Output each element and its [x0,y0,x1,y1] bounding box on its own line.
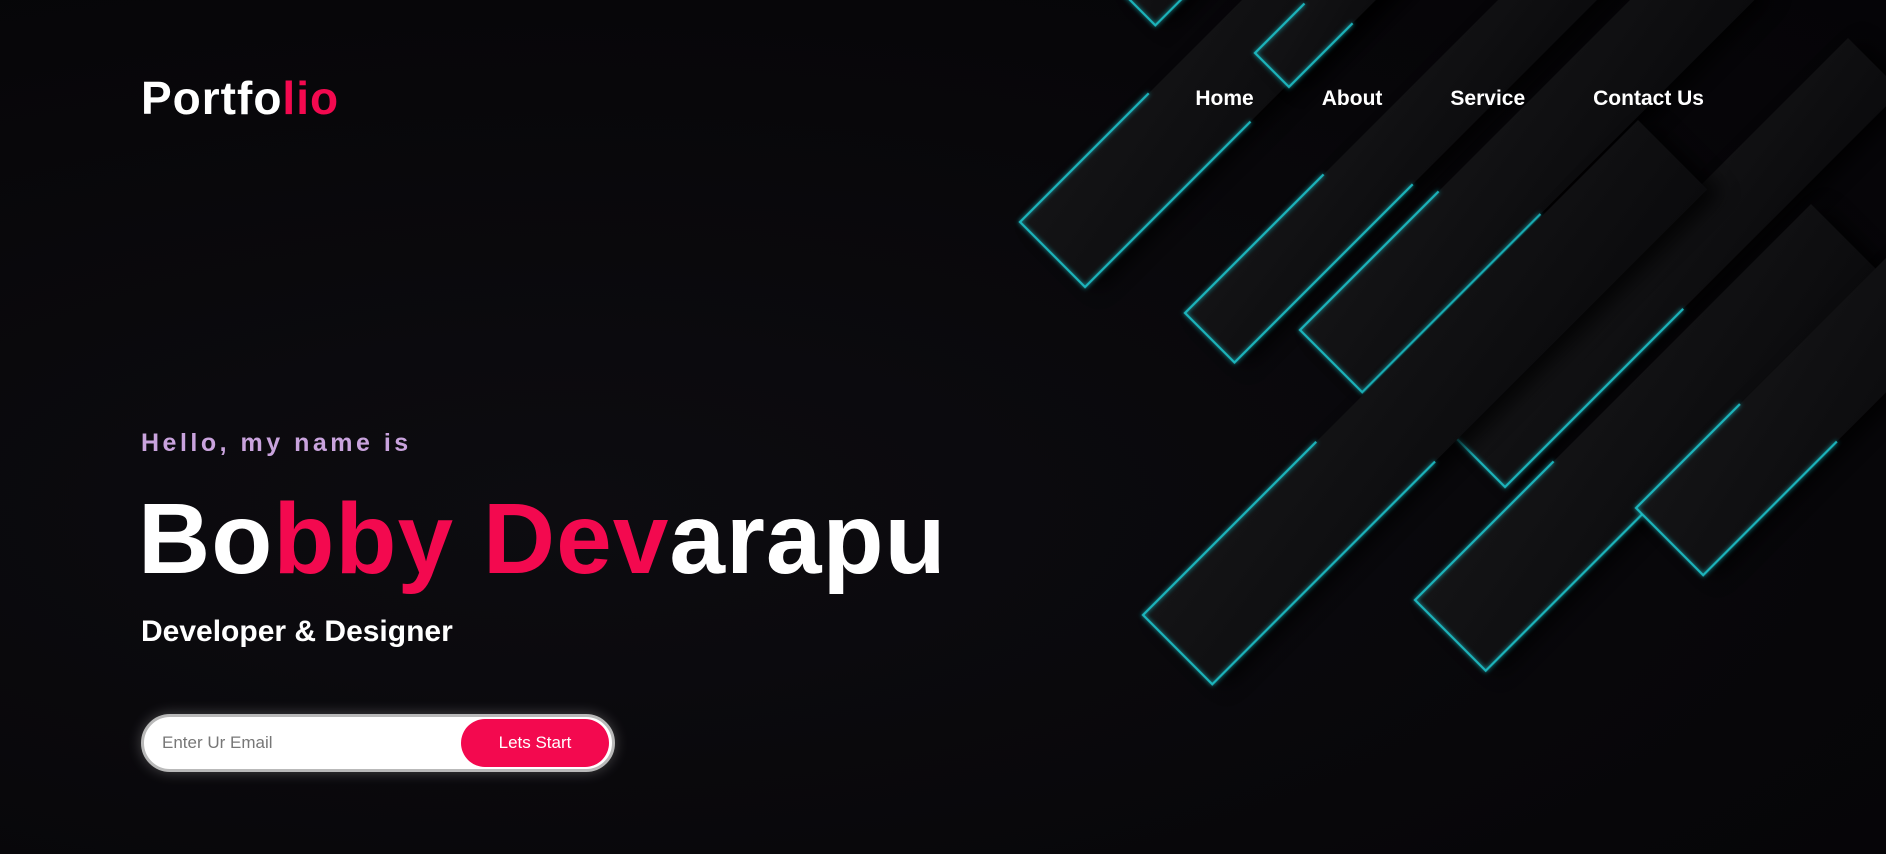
neon-bar [1018,0,1467,290]
nav-about[interactable]: About [1322,86,1383,112]
hero-name-part1: Bo [138,483,274,595]
logo-text-main: Portfo [141,72,283,124]
neon-bar [1118,0,1255,29]
neon-bar [1413,204,1886,674]
neon-bar [1634,211,1886,579]
nav-home[interactable]: Home [1195,86,1253,112]
hero-name-part3: arapu [669,483,947,595]
portfolio-page: Portfolio Home About Service Contact Us … [0,0,1886,854]
hero-greeting: Hello, my name is [141,429,412,457]
hero-name-accent: bby Dev [273,483,670,595]
email-input[interactable] [162,723,461,763]
neon-bar [1253,0,1445,90]
hero-name: Bobby Devarapu [138,484,947,594]
nav-contact-us[interactable]: Contact Us [1593,86,1704,112]
main-nav: Home About Service Contact Us [1195,86,1704,112]
lets-start-button[interactable]: Lets Start [461,719,609,767]
logo-text-accent: lio [282,72,340,124]
hero-role: Developer & Designer [141,615,453,648]
email-signup-form: Lets Start [141,714,615,772]
site-logo[interactable]: Portfolio [141,72,339,124]
neon-bar [1298,0,1773,396]
neon-bar [1141,120,1722,688]
neon-bar [1183,0,1645,366]
nav-service[interactable]: Service [1450,86,1525,112]
